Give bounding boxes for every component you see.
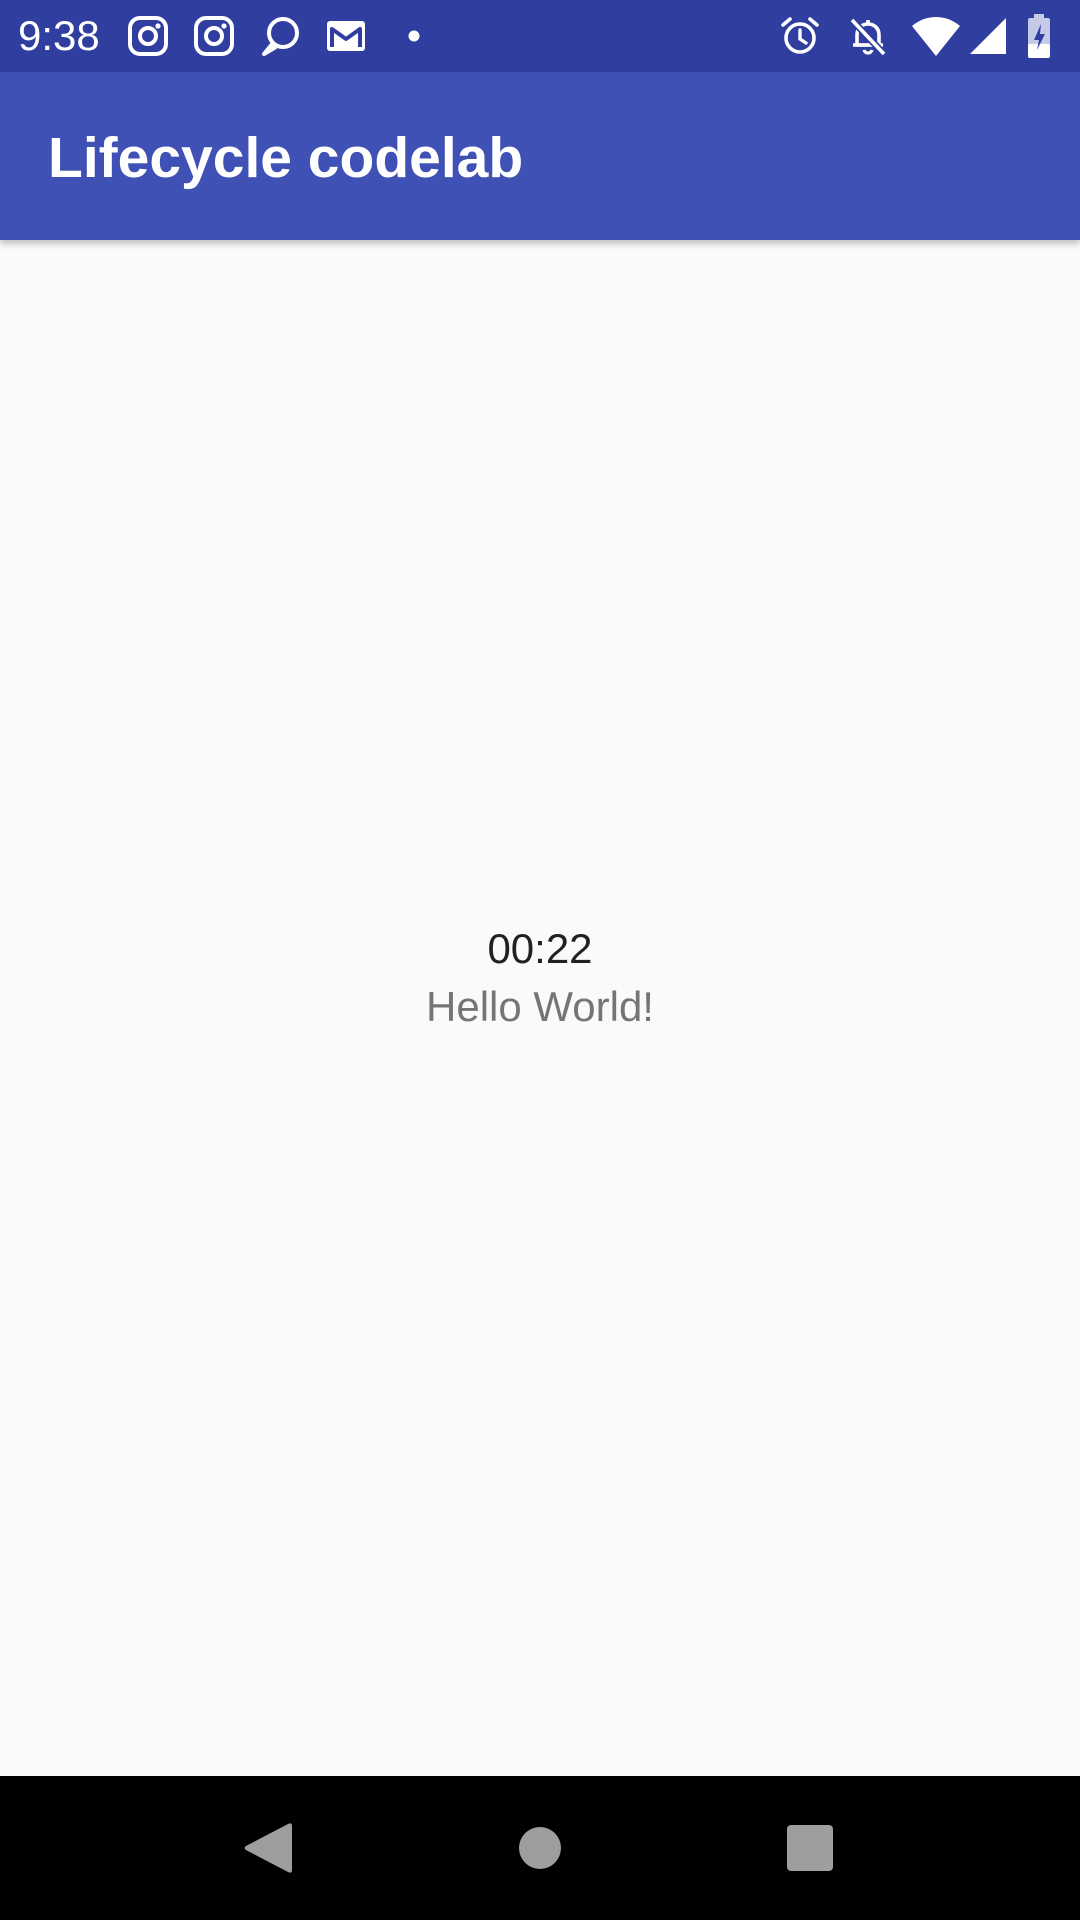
app-title: Lifecycle codelab bbox=[48, 126, 524, 190]
instagram-icon bbox=[128, 16, 168, 56]
home-icon[interactable] bbox=[504, 1812, 576, 1884]
back-icon[interactable] bbox=[232, 1812, 304, 1884]
gmail-icon bbox=[327, 21, 365, 51]
app-bar: Lifecycle codelab bbox=[0, 72, 1080, 240]
recents-icon[interactable] bbox=[774, 1812, 846, 1884]
wifi-icon bbox=[912, 17, 960, 56]
chat-bubble-icon bbox=[262, 17, 299, 56]
cell-signal-icon bbox=[970, 18, 1006, 54]
phone-screen: 9:38 Lifecycle codelab 00:22 Hello World… bbox=[0, 0, 1080, 1920]
status-bar: 9:38 bbox=[0, 0, 1080, 72]
status-time: 9:38 bbox=[18, 12, 100, 59]
main-content: 00:22 Hello World! bbox=[0, 240, 1080, 1776]
greeting-text: Hello World! bbox=[426, 983, 654, 1030]
navigation-bar bbox=[0, 1776, 1080, 1920]
battery-charging-icon bbox=[1028, 14, 1050, 58]
more-dot-icon bbox=[408, 30, 420, 42]
instagram-icon bbox=[194, 16, 234, 56]
notifications-off-icon bbox=[849, 17, 887, 57]
timer-text: 00:22 bbox=[487, 925, 593, 972]
alarm-icon bbox=[781, 17, 819, 54]
